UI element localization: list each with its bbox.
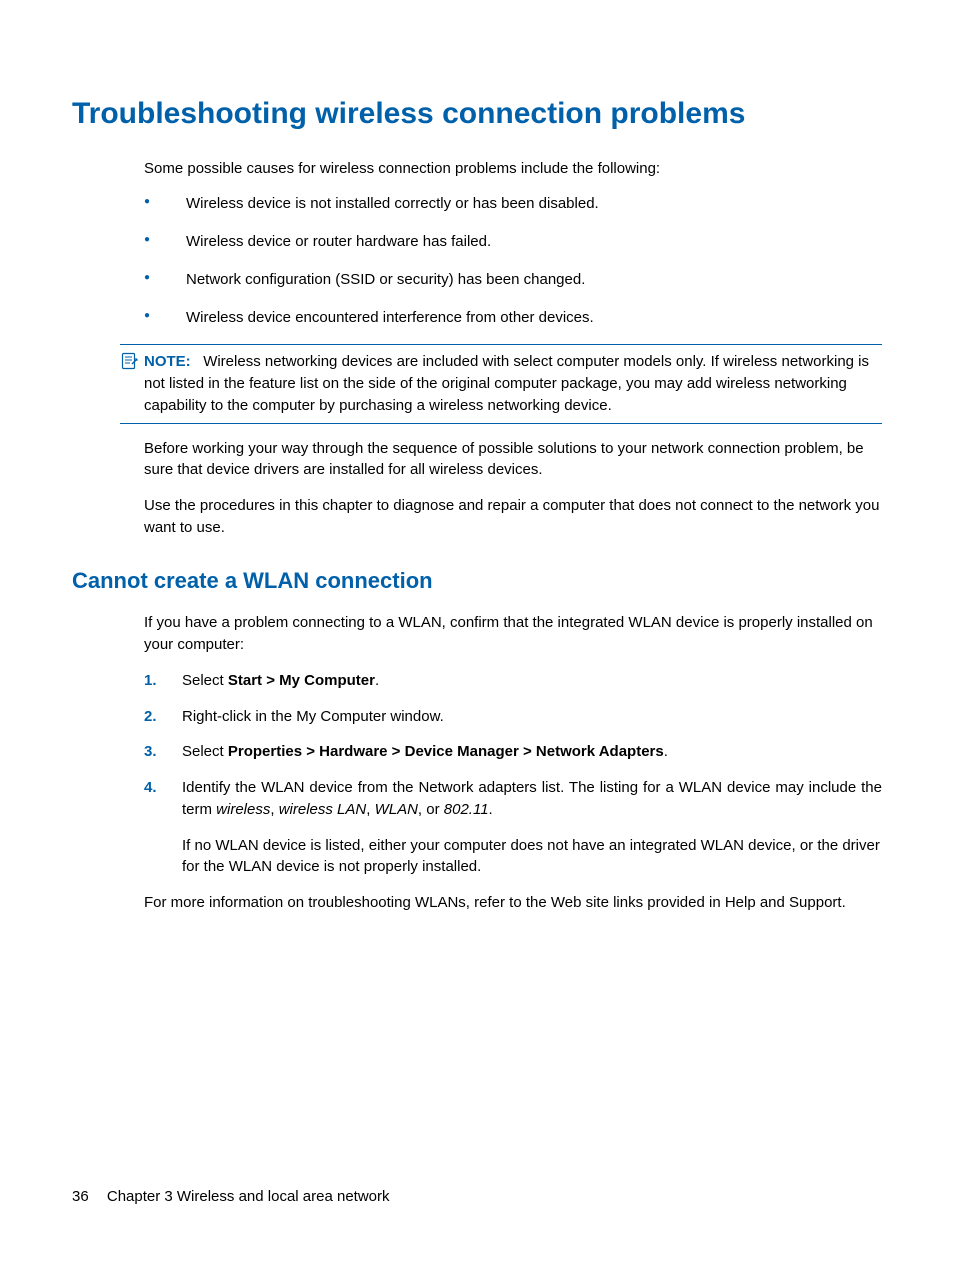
steps-list: Select Start > My Computer. Right-click …	[144, 670, 882, 878]
step-bold: Start > My Computer	[228, 672, 375, 689]
step-item: Select Start > My Computer.	[144, 670, 882, 692]
step-text: ,	[270, 801, 278, 818]
step-item: Identify the WLAN device from the Networ…	[144, 777, 882, 878]
step-sub-paragraph: If no WLAN device is listed, either your…	[182, 835, 882, 879]
step-item: Select Properties > Hardware > Device Ma…	[144, 741, 882, 763]
causes-list: Wireless device is not installed correct…	[144, 193, 882, 328]
step-text: ,	[366, 801, 374, 818]
step-text: Select	[182, 672, 228, 689]
step-italic: WLAN	[375, 801, 418, 818]
heading-2: Cannot create a WLAN connection	[72, 565, 882, 597]
list-item: Wireless device encountered interference…	[144, 307, 882, 329]
page-number: 36	[72, 1188, 89, 1205]
paragraph: Use the procedures in this chapter to di…	[144, 495, 882, 539]
chapter-label: Chapter 3 Wireless and local area networ…	[107, 1188, 390, 1205]
list-item: Wireless device or router hardware has f…	[144, 231, 882, 253]
step-bold: Properties > Hardware > Device Manager >…	[228, 743, 664, 760]
closing-paragraph: For more information on troubleshooting …	[144, 892, 882, 914]
step-italic: wireless	[216, 801, 270, 818]
step-text: .	[489, 801, 493, 818]
page-footer: 36 Chapter 3 Wireless and local area net…	[72, 1186, 390, 1208]
step-item: Right-click in the My Computer window.	[144, 706, 882, 728]
note-label: NOTE:	[144, 353, 191, 370]
note-text: Wireless networking devices are included…	[144, 353, 869, 414]
step-text: , or	[418, 801, 444, 818]
heading-1: Troubleshooting wireless connection prob…	[72, 92, 882, 136]
step-italic: wireless LAN	[279, 801, 367, 818]
note-box: NOTE: Wireless networking devices are in…	[120, 344, 882, 423]
step-italic: 802.11	[444, 801, 489, 818]
intro-paragraph: Some possible causes for wireless connec…	[144, 158, 882, 180]
list-item: Wireless device is not installed correct…	[144, 193, 882, 215]
page-content: Troubleshooting wireless connection prob…	[0, 0, 954, 914]
step-text: .	[375, 672, 379, 689]
list-item: Network configuration (SSID or security)…	[144, 269, 882, 291]
note-icon	[120, 352, 138, 370]
section-intro: If you have a problem connecting to a WL…	[144, 612, 882, 656]
paragraph: Before working your way through the sequ…	[144, 438, 882, 482]
step-text: .	[664, 743, 668, 760]
step-text: Select	[182, 743, 228, 760]
